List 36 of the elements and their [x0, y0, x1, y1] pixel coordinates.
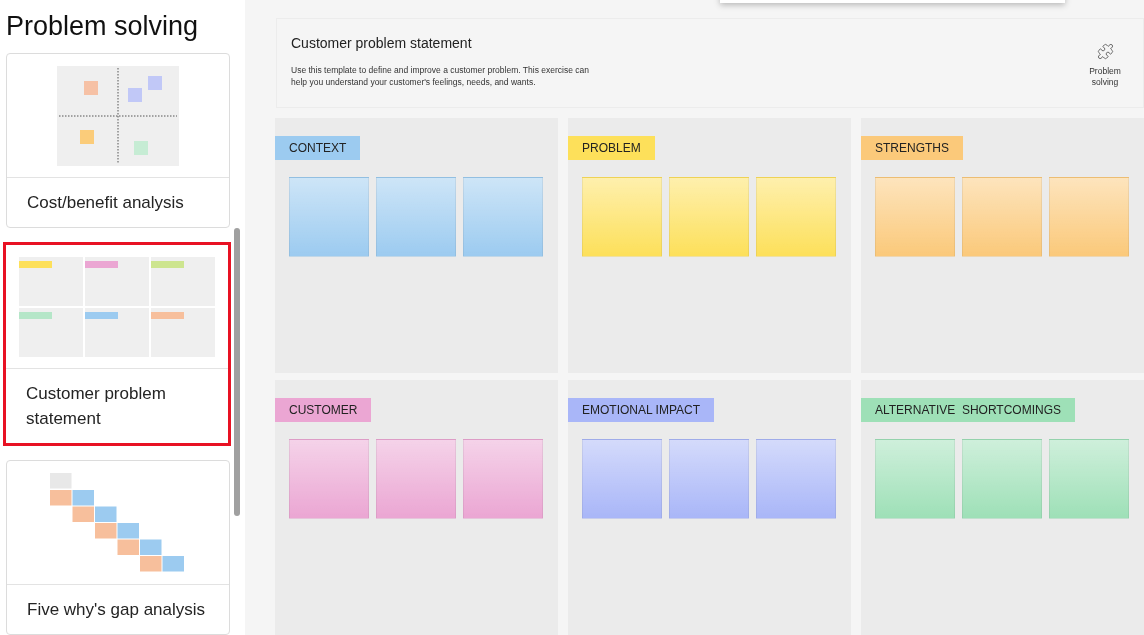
section-label: CONTEXT	[275, 136, 361, 160]
sticky-note[interactable]	[376, 177, 456, 257]
sticky-note[interactable]	[289, 439, 369, 519]
sticky-note[interactable]	[376, 439, 456, 519]
sticky-note[interactable]	[1049, 177, 1129, 257]
sticky-note[interactable]	[875, 177, 955, 257]
category-label: Problem solving	[1088, 66, 1122, 88]
sticky-note[interactable]	[669, 439, 749, 519]
header-title: Customer problem statement	[291, 34, 473, 53]
sticky-note[interactable]	[756, 177, 836, 257]
puzzle-icon	[1096, 43, 1114, 60]
section-label: CUSTOMER	[275, 398, 372, 422]
section-label: STRENGTHS	[861, 136, 963, 160]
template-card[interactable]: Cost/benefit analysis	[6, 53, 230, 228]
template-card[interactable]: Five why's gap analysis	[6, 460, 230, 635]
section-label: EMOTIONAL IMPACT	[568, 398, 714, 422]
section-label: PROBLEM	[568, 136, 655, 160]
header-description: Use this template to define and improve a customer problem. This exercise can help you understand your customer's feelings, needs, and wants.	[291, 64, 590, 88]
sticky-note[interactable]	[875, 439, 955, 519]
sticky-note[interactable]	[1049, 439, 1129, 519]
sticky-note[interactable]	[669, 177, 749, 257]
sticky-note[interactable]	[756, 439, 836, 519]
section-label: ALTERNATIVE SHORTCOMINGS	[861, 398, 1076, 422]
template-title: Five why's gap analysis	[27, 599, 206, 621]
template-card[interactable]: Customer problem statement	[3, 242, 231, 446]
sticky-note[interactable]	[289, 177, 369, 257]
template-title: Customer problem statement	[26, 383, 167, 430]
sticky-note[interactable]	[463, 177, 543, 257]
scrollbar[interactable]	[234, 228, 240, 516]
sticky-note[interactable]	[582, 177, 662, 257]
sticky-note[interactable]	[463, 439, 543, 519]
sidebar-title: Problem solving	[5, 10, 200, 43]
sticky-note[interactable]	[962, 439, 1042, 519]
sticky-note[interactable]	[582, 439, 662, 519]
sticky-note[interactable]	[962, 177, 1042, 257]
template-title: Cost/benefit analysis	[27, 192, 184, 214]
